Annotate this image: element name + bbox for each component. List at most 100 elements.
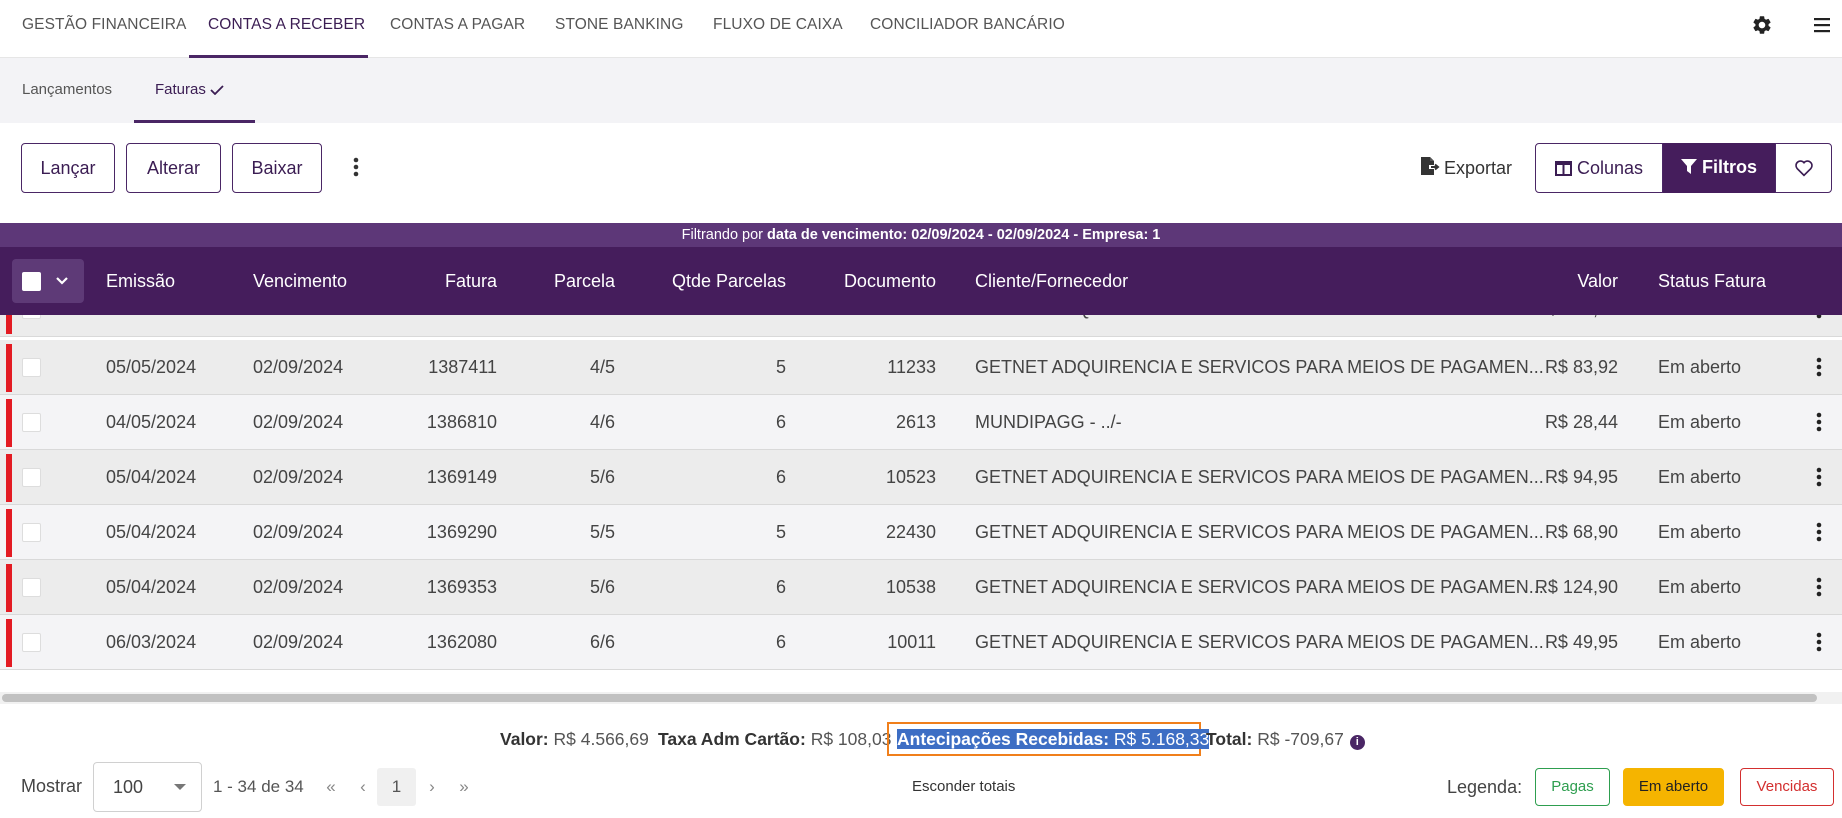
- next-page-icon[interactable]: ›: [423, 776, 441, 798]
- cell-vencimento: 02/09/2024: [253, 577, 344, 597]
- cell-status: Em aberto: [1658, 315, 1741, 337]
- row-checkbox[interactable]: [22, 413, 41, 432]
- cell-documento: 10523: [885, 467, 936, 487]
- colunas-button[interactable]: Colunas: [1535, 143, 1663, 193]
- tab-faturas[interactable]: Faturas: [155, 58, 224, 123]
- current-page[interactable]: 1: [377, 768, 416, 806]
- filtros-button[interactable]: Filtros: [1663, 143, 1775, 193]
- tab-contas-a-pagar[interactable]: CONTAS A PAGAR: [390, 0, 525, 58]
- tab-conciliador-bancario[interactable]: CONCILIADOR BANCÁRIO: [870, 0, 1065, 58]
- first-page-icon[interactable]: «: [322, 776, 340, 798]
- select-all-checkbox[interactable]: [22, 272, 41, 291]
- alterar-button[interactable]: Alterar: [126, 143, 221, 193]
- prev-page-icon[interactable]: ‹: [354, 776, 372, 798]
- cell-emissao: 04/05/2024: [106, 412, 197, 432]
- scrollbar-thumb[interactable]: [2, 694, 1817, 702]
- cell-cliente: GETNET ADQUIRENCIA E SERVICOS PARA MEIOS…: [975, 357, 1544, 377]
- cell-qtde-parcelas: 6: [775, 467, 786, 487]
- page-size-select[interactable]: 100: [93, 762, 202, 812]
- col-emissao[interactable]: Emissão: [106, 247, 175, 315]
- table-row[interactable]: 06/03/2024 02/09/2024 1362080 6/6 6 1001…: [0, 615, 1842, 670]
- cell-vencimento: 02/09/2024: [253, 412, 344, 432]
- cell-documento: 11226: [840, 315, 936, 337]
- table-row[interactable]: 04/05/2024 02/09/2024 1386810 4/6 6 2613…: [0, 395, 1842, 450]
- cell-cliente: GETNET ADQUIRENCIA E SERVICOS PARA MEIOS…: [975, 315, 1544, 337]
- favorite-button[interactable]: [1775, 143, 1832, 193]
- lancar-button[interactable]: Lançar: [21, 143, 115, 193]
- col-parcela[interactable]: Parcela: [540, 247, 615, 315]
- cell-status: Em aberto: [1658, 522, 1742, 542]
- row-checkbox[interactable]: [22, 468, 41, 487]
- col-fatura[interactable]: Fatura: [420, 247, 497, 315]
- tab-lancamentos[interactable]: Lançamentos: [22, 58, 112, 123]
- col-vencimento[interactable]: Vencimento: [253, 247, 347, 315]
- cell-emissao: 05/04/2024: [106, 467, 197, 487]
- row-actions-icon[interactable]: [1815, 356, 1823, 378]
- info-icon[interactable]: i: [1349, 735, 1365, 750]
- row-checkbox[interactable]: [22, 358, 41, 377]
- heart-icon: [1794, 160, 1813, 177]
- col-status-fatura[interactable]: Status Fatura: [1658, 247, 1766, 315]
- legend-label: Legenda:: [1447, 777, 1523, 797]
- cell-valor: R$ 94,95: [1544, 467, 1618, 487]
- tab-stone-banking[interactable]: STONE BANKING: [555, 0, 684, 58]
- horizontal-scrollbar[interactable]: [0, 692, 1842, 704]
- cell-documento: 22430: [885, 522, 936, 542]
- row-actions-icon[interactable]: [1815, 631, 1823, 653]
- tab-faturas-label: Faturas: [155, 81, 206, 98]
- select-all-dropdown[interactable]: [12, 259, 84, 303]
- total-valor-label: Valor:: [500, 729, 549, 749]
- legend-vencidas[interactable]: Vencidas: [1740, 768, 1834, 806]
- cell-parcela: 4/5: [589, 357, 615, 377]
- col-documento[interactable]: Documento: [820, 247, 936, 315]
- row-checkbox[interactable]: [22, 523, 41, 542]
- table-row[interactable]: 05/05/2024 02/09/2024 1387411 4/5 5 1123…: [0, 340, 1842, 395]
- cell-status: Em aberto: [1658, 357, 1742, 377]
- tab-fluxo-de-caixa[interactable]: FLUXO DE CAIXA: [713, 0, 843, 58]
- filter-prefix: Filtrando por: [681, 227, 764, 243]
- cell-valor: R$ 83,92: [1544, 357, 1618, 377]
- legend-em-aberto[interactable]: Em aberto: [1623, 768, 1724, 806]
- hide-totals-link[interactable]: Esconder totais: [912, 777, 1015, 797]
- row-checkbox[interactable]: [22, 315, 41, 319]
- total-valor: Valor: R$ 4.566,69: [500, 722, 649, 756]
- table-row[interactable]: 05/04/2024 02/09/2024 1369149 5/6 6 1052…: [0, 450, 1842, 505]
- row-actions-icon[interactable]: [1815, 411, 1823, 433]
- table-row[interactable]: 05/04/2024 02/09/2024 1369353 5/6 6 1053…: [0, 560, 1842, 615]
- export-button[interactable]: Exportar: [1420, 155, 1512, 181]
- last-page-icon[interactable]: »: [455, 776, 473, 798]
- row-actions-icon[interactable]: [1815, 466, 1823, 488]
- cell-qtde-parcelas: 5: [775, 522, 786, 542]
- col-valor[interactable]: Valor: [1500, 247, 1618, 315]
- cell-fatura: 1386810: [426, 412, 497, 432]
- cell-parcela: 6/6: [589, 632, 615, 652]
- row-actions-icon[interactable]: [1815, 315, 1823, 320]
- legend-pagas[interactable]: Pagas: [1535, 768, 1610, 806]
- baixar-button[interactable]: Baixar: [232, 143, 322, 193]
- row-actions-icon[interactable]: [1815, 576, 1823, 598]
- col-cliente-fornecedor[interactable]: Cliente/Fornecedor: [975, 247, 1128, 315]
- gear-icon[interactable]: [1751, 14, 1773, 36]
- export-label: Exportar: [1444, 158, 1513, 178]
- overdue-flag: [6, 564, 12, 612]
- table-row-partial[interactable]: 05/05/2024 02/09/2024 1387333 4/4 4 1122…: [0, 315, 1842, 337]
- cell-vencimento: 02/09/2024: [253, 467, 344, 487]
- overdue-flag: [6, 399, 12, 447]
- row-checkbox[interactable]: [22, 578, 41, 597]
- col-qtde-parcelas[interactable]: Qtde Parcelas: [660, 247, 786, 315]
- row-checkbox[interactable]: [22, 633, 41, 652]
- cell-qtde-parcelas: 6: [775, 632, 786, 652]
- tab-contas-a-receber[interactable]: CONTAS A RECEBER: [208, 0, 365, 58]
- filter-icon: [1680, 159, 1697, 174]
- table-row[interactable]: 05/04/2024 02/09/2024 1369290 5/5 5 2243…: [0, 505, 1842, 560]
- total-geral-label: Total:: [1206, 729, 1253, 749]
- total-geral-value: R$ -709,67: [1257, 729, 1344, 749]
- row-actions-icon[interactable]: [1815, 521, 1823, 543]
- total-antecipacoes: Antecipações Recebidas: R$ 5.168,33: [887, 722, 1210, 756]
- tab-gestao-financeira[interactable]: GESTÃO FINANCEIRA: [22, 0, 186, 58]
- hamburger-menu-icon[interactable]: [1812, 16, 1832, 34]
- cell-documento: 10538: [885, 577, 936, 597]
- more-actions-icon[interactable]: [352, 156, 360, 178]
- cell-parcela: 4/4: [550, 315, 615, 337]
- overdue-flag: [6, 509, 12, 557]
